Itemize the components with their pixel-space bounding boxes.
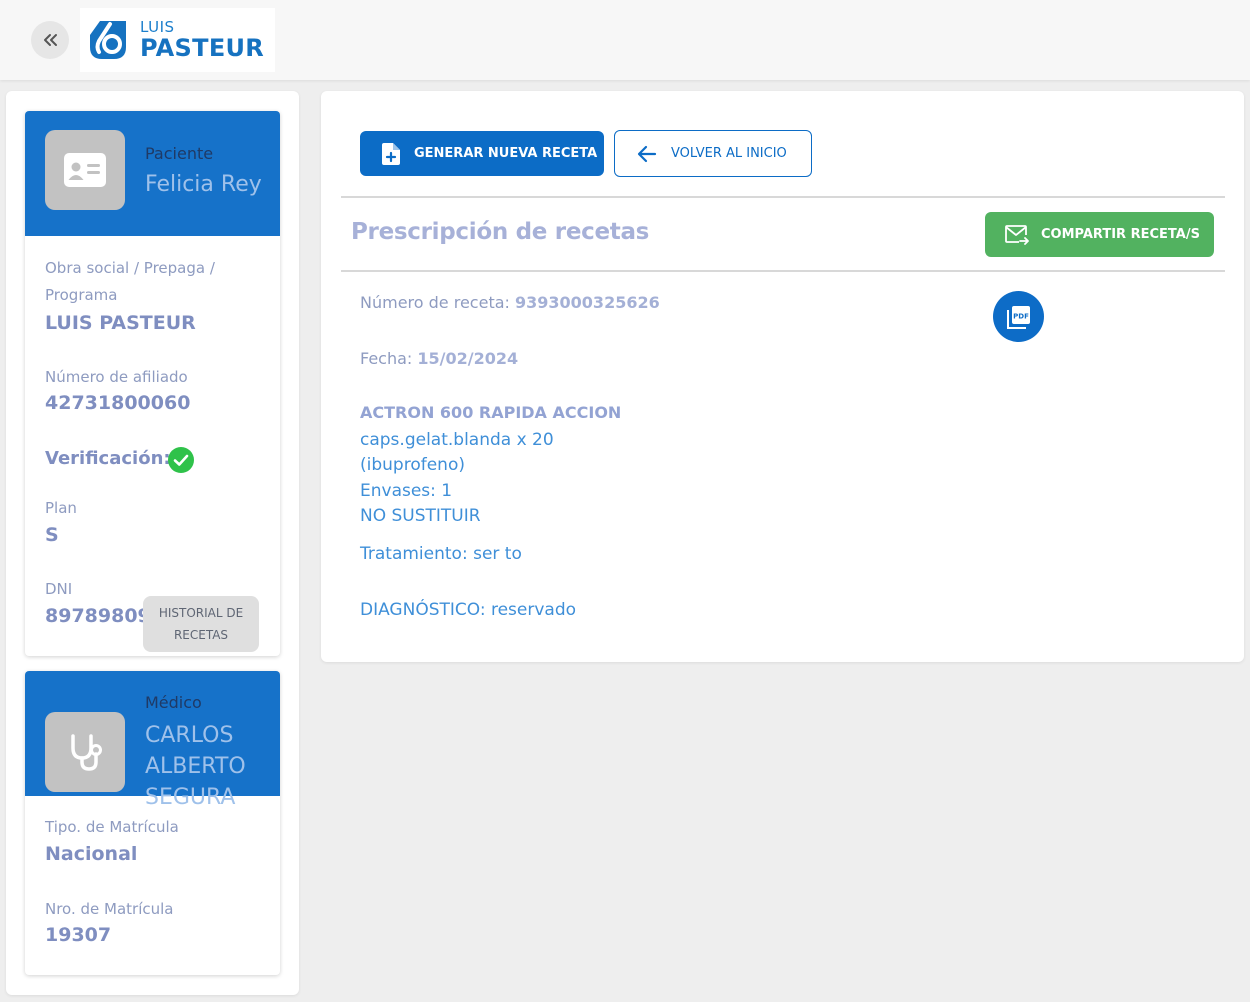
numero-receta-label: Número de receta: — [360, 293, 510, 312]
volver-al-inicio-button[interactable]: VOLVER AL INICIO — [614, 130, 812, 177]
luis-pasteur-logo-icon — [90, 21, 126, 59]
patient-avatar — [45, 130, 125, 210]
dni-label: DNI — [45, 580, 73, 598]
doctor-card: Médico CARLOS ALBERTO SEGURA Tipo. de Ma… — [25, 671, 280, 975]
dni-value: 89789809 — [45, 605, 151, 627]
generar-label: GENERAR NUEVA RECETA — [414, 146, 598, 161]
patient-card: Paciente Felicia Rey Obra social / Prepa… — [25, 111, 280, 656]
obra-label-line2: Programa — [45, 286, 118, 304]
drug-presentation: caps.gelat.blanda x 20 — [360, 430, 554, 450]
drug-name: ACTRON 600 RAPIDA ACCION — [360, 403, 622, 422]
id-card-icon — [64, 153, 106, 187]
patient-head-label: Paciente — [145, 144, 214, 163]
matricula-nro-label: Nro. de Matrícula — [45, 900, 174, 918]
matricula-nro-value: 19307 — [45, 924, 112, 946]
afiliado-value: 42731800060 — [45, 392, 191, 414]
volver-label: VOLVER AL INICIO — [671, 146, 787, 161]
collapse-sidebar-button[interactable] — [31, 21, 69, 59]
stethoscope-icon — [71, 734, 102, 771]
drug-sustituir: NO SUSTITUIR — [360, 506, 481, 526]
mail-forward-icon — [1005, 224, 1029, 245]
section-title: Prescripción de recetas — [351, 219, 650, 245]
verificacion-label: Verificación: — [45, 448, 171, 469]
historial-recetas-button[interactable]: HISTORIAL DE RECETAS — [143, 596, 259, 652]
afiliado-label: Número de afiliado — [45, 368, 188, 386]
double-chevron-left-icon — [44, 34, 57, 46]
drug-generic: (ibuprofeno) — [360, 455, 465, 475]
file-plus-icon — [382, 142, 400, 165]
logo-big-text: PASTEUR — [140, 34, 265, 62]
divider-middle — [341, 270, 1225, 272]
svg-text:PDF: PDF — [1013, 312, 1029, 320]
fecha-value: 15/02/2024 — [417, 349, 519, 368]
pdf-icon: PDF — [1006, 305, 1030, 329]
diagnostico: DIAGNÓSTICO: reservado — [360, 600, 577, 620]
obra-value: LUIS PASTEUR — [45, 312, 196, 334]
matricula-tipo-label: Tipo. de Matrícula — [45, 818, 179, 836]
patient-card-header: Paciente Felicia Rey — [25, 111, 280, 236]
plan-label: Plan — [45, 499, 77, 517]
fecha-label: Fecha: — [360, 349, 413, 368]
download-pdf-button[interactable]: PDF — [993, 291, 1044, 342]
historial-line1: HISTORIAL DE — [158, 606, 244, 620]
logo-small-text: LUIS — [140, 18, 175, 36]
numero-receta: Número de receta: 9393000325626 — [360, 293, 660, 312]
top-bar: LUIS PASTEUR — [0, 0, 1250, 80]
divider-top — [341, 196, 1225, 198]
obra-label-line1: Obra social / Prepaga / — [45, 259, 215, 277]
patient-name: Felicia Rey — [145, 172, 262, 197]
doctor-avatar — [45, 712, 125, 792]
fecha-receta: Fecha: 15/02/2024 — [360, 349, 518, 368]
doctor-name-line1: CARLOS — [145, 723, 234, 748]
left-panel: Paciente Felicia Rey Obra social / Prepa… — [6, 91, 299, 995]
numero-receta-value: 9393000325626 — [515, 293, 660, 312]
historial-line2: RECETAS — [173, 628, 229, 642]
tratamiento: Tratamiento: ser to — [360, 544, 522, 564]
arrow-left-icon — [637, 145, 657, 162]
doctor-name-line2: ALBERTO — [145, 754, 246, 779]
logo[interactable]: LUIS PASTEUR — [80, 8, 275, 72]
drug-envases: Envases: 1 — [360, 481, 453, 501]
doctor-head-label: Médico — [145, 693, 202, 712]
check-circle-icon — [168, 447, 194, 473]
compartir-receta-button[interactable]: COMPARTIR RECETA/S — [985, 212, 1214, 257]
prescription-panel: GENERAR NUEVA RECETA VOLVER AL INICIO Pr… — [321, 91, 1244, 662]
compartir-label: COMPARTIR RECETA/S — [1041, 227, 1200, 242]
plan-value: S — [45, 524, 59, 546]
matricula-tipo-value: Nacional — [45, 843, 138, 865]
generar-nueva-receta-button[interactable]: GENERAR NUEVA RECETA — [360, 131, 604, 176]
doctor-name-line3: SEGURA — [145, 785, 236, 810]
